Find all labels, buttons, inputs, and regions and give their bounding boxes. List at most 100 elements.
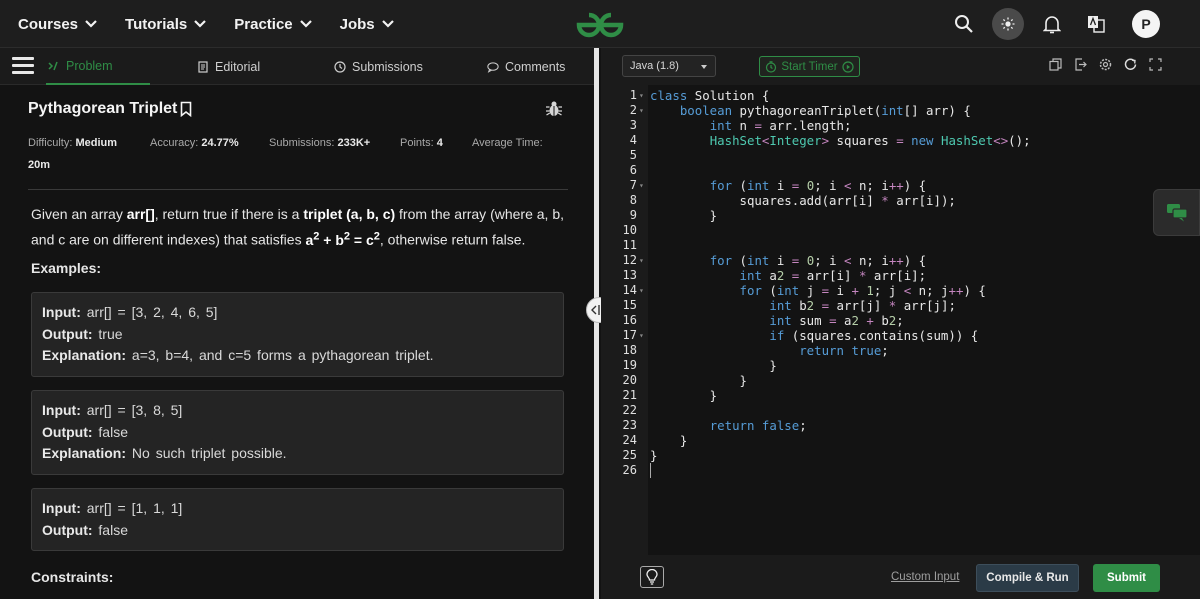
start-timer-button[interactable]: Start Timer [759,56,860,77]
chevron-down-icon [85,20,97,28]
example-input-value: arr[] = [3, 2, 4, 6, 5] [86,304,218,320]
bug-report-icon[interactable] [545,100,563,118]
line-number: 24 [622,433,637,447]
line-number: 11 [622,238,637,252]
tab-problem[interactable]: Problem [46,48,150,85]
code-text: boolean pythagoreanTriplet(int[] arr) { [679,103,971,118]
accuracy: Accuracy: 24.77% [150,132,269,154]
copy-icon[interactable] [1049,58,1062,71]
example-output-value: true [98,325,123,342]
language-select[interactable]: Java (1.8) [622,55,716,77]
menu-icon[interactable] [12,57,34,75]
problem-description: Given an array arr[], return true if the… [31,203,571,251]
code-line: 16 int sum = a2 + b2; [601,313,1200,328]
example-box-2: Input: arr[] = [3, 8, 5] Output: false E… [31,390,564,475]
chevron-down-icon [701,65,707,69]
tab-problem-label: Problem [66,58,113,73]
desc-text-1: Given an array [31,206,127,222]
compile-run-button[interactable]: Compile & Run [976,564,1079,592]
gfg-logo-icon[interactable] [571,9,629,41]
code-text: int sum = a2 + b2; [769,313,904,328]
average-time-value: 20m [28,154,568,176]
line-number: 8 [629,193,637,207]
code-line: 10 [601,223,1200,238]
tab-editorial-label: Editorial [215,59,261,74]
points-value: 4 [436,137,443,149]
code-line: 18 return true; [601,343,1200,358]
line-number: 25 [622,448,637,462]
fold-arrow-icon[interactable]: ▾ [639,88,644,103]
code-line: 4 HashSet<Integer> squares = new HashSet… [601,133,1200,148]
settings-icon[interactable] [1099,58,1112,71]
fold-arrow-icon[interactable]: ▾ [639,328,644,343]
fullscreen-icon[interactable] [1149,58,1162,71]
search-button[interactable] [942,0,986,48]
editor-actions [1049,58,1162,71]
code-line: 20 } [601,373,1200,388]
nav-practice[interactable]: Practice [234,16,312,33]
fold-arrow-icon[interactable]: ▾ [639,253,644,268]
example-explanation-value: a=3, b=4, and c=5 forms a pythagorean tr… [131,347,434,363]
fold-arrow-icon[interactable]: ▾ [639,283,644,298]
text-cursor [650,463,651,478]
theme-toggle[interactable] [986,0,1030,48]
nav-tutorials-label: Tutorials [125,15,188,33]
tab-editorial[interactable]: Editorial [197,48,260,85]
comment-icon [487,61,499,73]
translate-icon [1088,16,1105,33]
code-text: squares.add(arr[i] * arr[i]); [650,193,956,208]
tab-comments[interactable]: Comments [487,48,565,85]
nav-courses-label: Courses [18,15,79,33]
chevron-down-icon [194,20,207,28]
line-number: 4 [629,133,637,147]
code-line: 2 ▾ boolean pythagoreanTriplet(int[] arr)… [601,103,1200,118]
line-number: 26 [622,463,637,477]
line-number: 10 [622,223,637,237]
code-line: 5 [601,148,1200,163]
start-timer-label: Start Timer [781,60,838,73]
nav-courses[interactable]: Courses [18,16,97,33]
code-line: 3 int n = arr.length; [601,118,1200,133]
code-text: for (int i = 0; i < n; i++) { [709,178,927,193]
line-number: 13 [622,268,637,282]
line-number: 19 [622,358,637,372]
fold-arrow-icon[interactable]: ▾ [639,178,644,193]
translate-button[interactable] [1074,0,1118,48]
avatar[interactable]: P [1132,10,1160,38]
line-number: 5 [629,148,637,162]
fold-arrow-icon[interactable]: ▾ [639,103,644,118]
nav-tutorials[interactable]: Tutorials [125,15,207,33]
code-line: 15 int b2 = arr[j] * arr[j]; [601,298,1200,313]
export-icon[interactable] [1074,58,1087,71]
points: Points: 4 [400,132,472,154]
line-number: 6 [629,163,637,177]
input-label: Input: [42,500,81,516]
panel-divider-scrollbar[interactable] [594,48,599,599]
nav-jobs[interactable]: Jobs [340,16,394,33]
notifications-button[interactable] [1030,0,1074,48]
desc-triplet: triplet (a, b, c) [303,206,396,222]
custom-input-link[interactable]: Custom Input [891,571,959,583]
bell-icon [1043,16,1061,34]
example-input: Input: arr[] = [1, 1, 1] [42,498,553,520]
line-number: 16 [622,313,637,327]
chat-button[interactable] [1153,189,1200,236]
submissions-count: Submissions: 233K+ [269,132,400,154]
tab-submissions[interactable]: Submissions [334,48,423,85]
desc-text-4: , otherwise return false. [379,231,526,248]
reset-icon[interactable] [1124,58,1137,71]
desc-arr: arr[] [126,206,155,222]
language-value: Java (1.8) [630,60,679,72]
output-label: Output: [42,325,93,342]
hint-button[interactable] [640,566,664,588]
line-number: 17 [622,328,637,342]
code-text: } [650,373,747,388]
example-input-value: arr[] = [1, 1, 1] [86,500,183,516]
page-title: Pythagorean Triplet [28,100,192,118]
code-editor[interactable]: 1 ▾ class Solution {2 ▾ boolean pythagorean… [601,85,1200,555]
bookmark-icon[interactable] [180,101,192,117]
input-label: Input: [42,402,81,418]
submit-button[interactable]: Submit [1093,564,1160,592]
example-explanation: Explanation: a=3, b=4, and c=5 forms a p… [42,345,553,367]
submissions-label: Submissions: [269,137,335,149]
